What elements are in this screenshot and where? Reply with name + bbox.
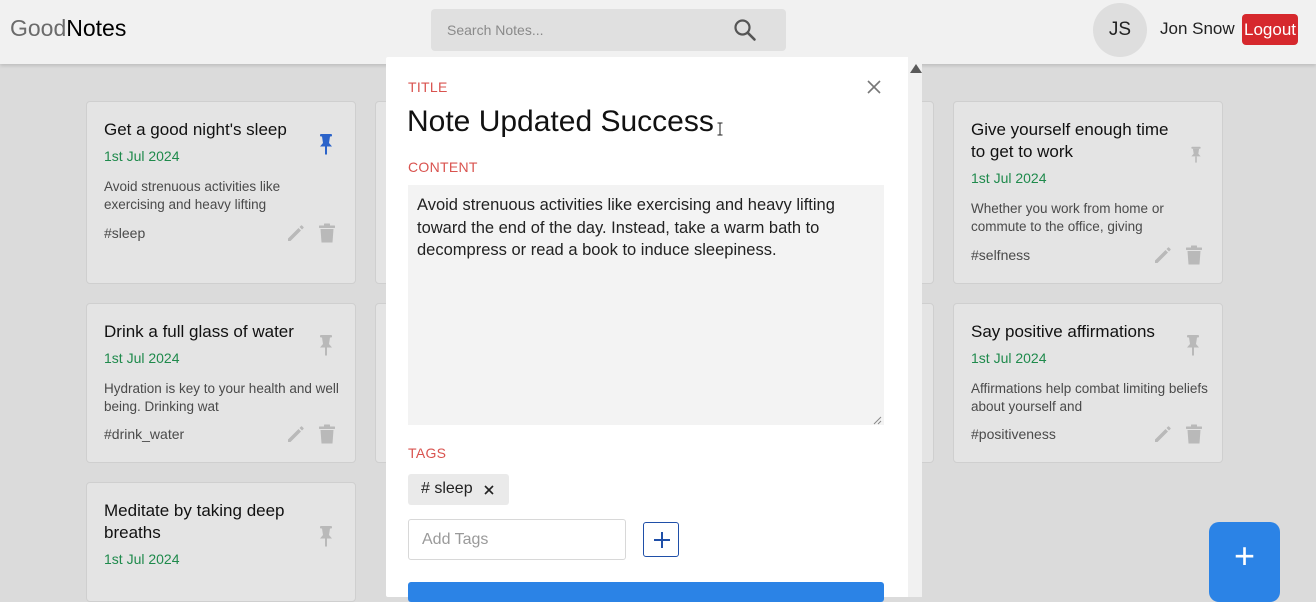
note-excerpt: Hydration is key to your health and well… (104, 381, 339, 414)
trash-icon[interactable] (1185, 424, 1203, 444)
add-tag-button[interactable] (643, 522, 679, 557)
add-note-button[interactable]: + (1209, 522, 1280, 602)
note-tag: #drink_water (104, 426, 185, 442)
add-tag-input[interactable] (408, 519, 626, 560)
note-title: Give yourself enough time to get to work (971, 120, 1169, 161)
note-title: Drink a full glass of water (104, 322, 294, 341)
note-date: 1st Jul 2024 (971, 170, 1047, 186)
edit-note-modal: TITLE CONTENT Avoid strenuous activities… (386, 57, 922, 602)
title-input[interactable] (407, 100, 827, 144)
text-cursor-icon (717, 122, 723, 136)
scroll-up-arrow-icon[interactable] (910, 64, 922, 73)
top-navbar: GoodNotes JS Jon Snow Logout (0, 0, 1316, 64)
note-card[interactable]: Get a good night's sleep 1st Jul 2024 Av… (86, 101, 356, 284)
search-bar (431, 9, 786, 51)
note-card[interactable]: Meditate by taking deep breaths 1st Jul … (86, 482, 356, 602)
modal-scrollbar[interactable] (908, 57, 922, 597)
note-title: Say positive affirmations (971, 322, 1155, 341)
trash-icon[interactable] (1185, 245, 1203, 265)
note-excerpt: Avoid strenuous activities like exercisi… (104, 179, 281, 212)
title-label: TITLE (408, 79, 448, 95)
trash-icon[interactable] (318, 424, 336, 444)
note-tag: #sleep (104, 225, 146, 241)
tags-label: TAGS (408, 445, 447, 461)
logout-button[interactable]: Logout (1242, 14, 1298, 45)
avatar[interactable]: JS (1093, 3, 1147, 57)
pin-icon[interactable] (1189, 146, 1203, 163)
update-note-button[interactable] (408, 582, 884, 602)
note-tag: #selfness (971, 247, 1031, 263)
pin-icon[interactable] (317, 133, 335, 155)
app-logo[interactable]: GoodNotes (10, 15, 126, 42)
trash-icon[interactable] (318, 223, 336, 243)
plus-icon (654, 532, 670, 548)
pin-icon[interactable] (317, 334, 335, 356)
resize-handle-icon[interactable] (873, 416, 882, 425)
note-excerpt: Affirmations help combat limiting belief… (971, 381, 1208, 414)
content-label: CONTENT (408, 159, 478, 175)
note-tag: #positiveness (971, 426, 1056, 442)
pin-icon[interactable] (317, 525, 335, 547)
tag-chip-label: # sleep (421, 480, 473, 497)
pencil-icon[interactable] (286, 424, 306, 444)
note-title: Meditate by taking deep breaths (104, 501, 285, 542)
note-date: 1st Jul 2024 (971, 350, 1047, 366)
note-card[interactable]: Drink a full glass of water 1st Jul 2024… (86, 303, 356, 463)
note-title: Get a good night's sleep (104, 120, 287, 139)
note-date: 1st Jul 2024 (104, 148, 180, 164)
close-icon[interactable] (866, 79, 882, 95)
plus-icon: + (1233, 535, 1256, 576)
note-excerpt: Whether you work from home or commute to… (971, 201, 1164, 234)
tag-chip: # sleep (408, 474, 509, 505)
note-card[interactable]: Give yourself enough time to get to work… (953, 101, 1223, 284)
content-textarea[interactable]: Avoid strenuous activities like exercisi… (408, 185, 884, 425)
note-date: 1st Jul 2024 (104, 551, 180, 567)
remove-tag-icon[interactable] (484, 485, 494, 495)
search-input[interactable] (447, 9, 717, 51)
search-icon[interactable] (733, 18, 757, 42)
note-date: 1st Jul 2024 (104, 350, 180, 366)
note-card[interactable]: Say positive affirmations 1st Jul 2024 A… (953, 303, 1223, 463)
pencil-icon[interactable] (286, 223, 306, 243)
pencil-icon[interactable] (1153, 424, 1173, 444)
user-name: Jon Snow (1160, 19, 1235, 38)
pin-icon[interactable] (1184, 334, 1202, 356)
pencil-icon[interactable] (1153, 245, 1173, 265)
